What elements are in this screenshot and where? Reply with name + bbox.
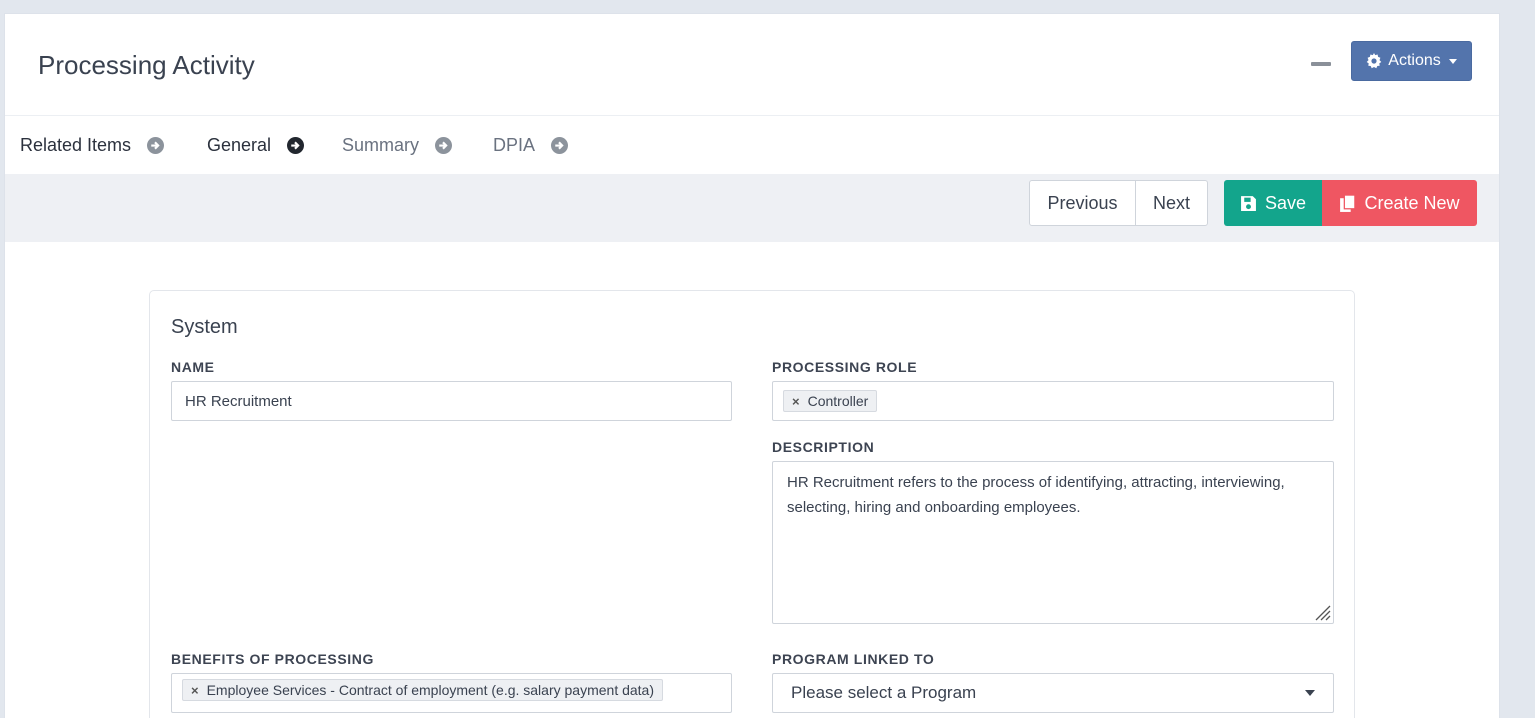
- main-panel: Processing Activity Actions Related Item…: [4, 13, 1500, 718]
- tab-bar: Related Items General Summary DPIA: [5, 117, 1499, 178]
- save-label: Save: [1264, 192, 1307, 213]
- name-label: NAME: [171, 359, 215, 375]
- description-text: HR Recruitment refers to the process of …: [787, 474, 1285, 516]
- tag-label: Employee Services - Contract of employme…: [206, 682, 655, 698]
- panel-header: Processing Activity Actions: [5, 14, 1499, 116]
- name-input[interactable]: HR Recruitment: [171, 381, 732, 421]
- tab-label: General: [207, 135, 272, 155]
- arrow-circle-right-icon: [551, 137, 569, 154]
- program-select[interactable]: Please select a Program: [772, 673, 1334, 713]
- tab-dpia[interactable]: DPIA: [493, 117, 593, 174]
- minimize-icon[interactable]: [1311, 62, 1331, 66]
- page-title: Processing Activity: [38, 50, 255, 80]
- previous-button[interactable]: Previous: [1029, 180, 1136, 226]
- program-select-value: Please select a Program: [791, 683, 977, 702]
- resize-handle-icon[interactable]: [1311, 601, 1331, 621]
- toolbar: Previous Next Save Create New: [5, 174, 1499, 242]
- description-textarea[interactable]: HR Recruitment refers to the process of …: [772, 461, 1334, 624]
- arrow-circle-right-icon: [147, 137, 165, 154]
- program-label: PROGRAM LINKED TO: [772, 651, 935, 667]
- processing-role-label: PROCESSING ROLE: [772, 359, 918, 375]
- create-new-button[interactable]: Create New: [1322, 180, 1477, 226]
- system-card: System NAME HR Recruitment PROCESSING RO…: [149, 290, 1355, 718]
- remove-tag-icon[interactable]: ×: [792, 394, 800, 409]
- section-title: System: [171, 316, 238, 338]
- next-button[interactable]: Next: [1135, 180, 1208, 226]
- tab-related-items[interactable]: Related Items: [5, 117, 186, 178]
- create-new-label: Create New: [1364, 192, 1460, 213]
- caret-down-icon: [1448, 58, 1457, 64]
- tab-label: DPIA: [493, 135, 536, 155]
- arrow-circle-right-icon: [287, 137, 305, 154]
- processing-role-tag: × Controller: [783, 390, 878, 412]
- tab-summary[interactable]: Summary: [342, 117, 482, 174]
- actions-button[interactable]: Actions: [1351, 41, 1472, 81]
- floppy-disk-icon: [1241, 195, 1256, 211]
- tab-general[interactable]: General: [191, 117, 322, 178]
- benefits-select[interactable]: × Employee Services - Contract of employ…: [171, 673, 732, 713]
- copy-icon: [1340, 193, 1356, 212]
- save-button[interactable]: Save: [1224, 180, 1322, 226]
- actions-label: Actions: [1388, 52, 1441, 69]
- remove-tag-icon[interactable]: ×: [191, 683, 199, 698]
- tab-label: Related Items: [20, 135, 132, 155]
- tag-label: Controller: [807, 393, 869, 409]
- benefits-tag: × Employee Services - Contract of employ…: [182, 679, 664, 701]
- arrow-circle-right-icon: [435, 137, 453, 154]
- tab-label: Summary: [342, 135, 420, 155]
- gear-icon: [1366, 53, 1382, 69]
- processing-role-select[interactable]: × Controller: [772, 381, 1334, 421]
- chevron-down-icon: [1305, 690, 1315, 696]
- description-label: DESCRIPTION: [772, 439, 875, 455]
- benefits-label: BENEFITS OF PROCESSING: [171, 651, 374, 667]
